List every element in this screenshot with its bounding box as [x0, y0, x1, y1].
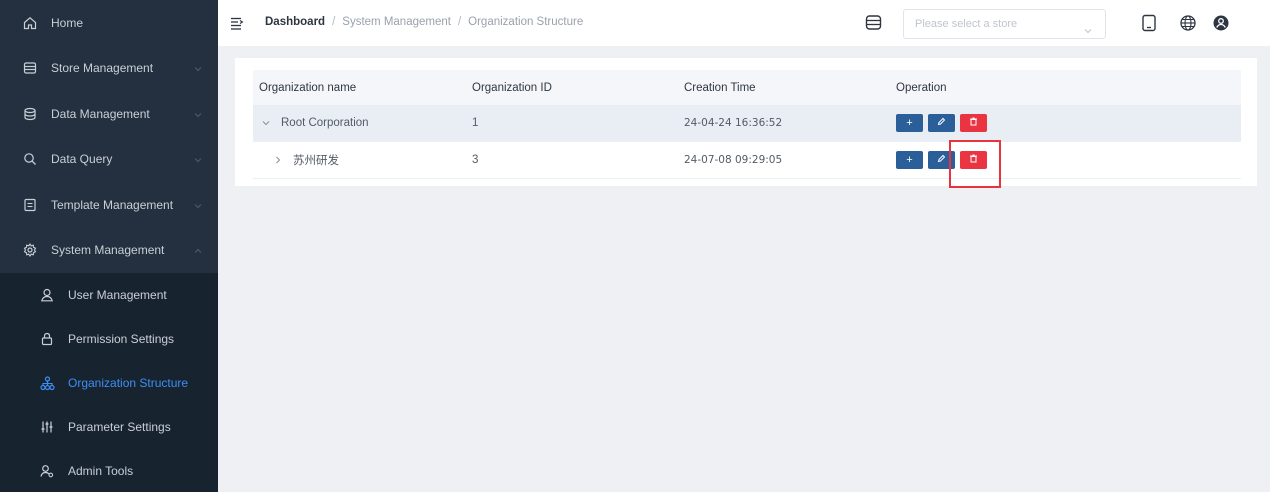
home-icon	[22, 15, 38, 31]
sidebar-item-user-management[interactable]: User Management	[0, 273, 218, 317]
row-actions: +	[890, 114, 1241, 132]
sidebar-item-label: Store Management	[51, 61, 154, 76]
column-header-operation: Operation	[896, 81, 947, 94]
avatar-icon[interactable]	[1212, 14, 1230, 32]
chevron-down-icon	[1083, 19, 1093, 34]
add-child-button[interactable]: +	[896, 114, 923, 132]
store-select-placeholder: Please select a store	[915, 18, 1018, 30]
delete-button-highlight	[949, 140, 1001, 188]
sidebar-item-template-management[interactable]: Template Management	[0, 182, 218, 228]
store-icon	[22, 60, 38, 76]
chevron-down-icon	[194, 62, 202, 72]
breadcrumb: Dashboard / System Management / Organization…	[265, 16, 583, 28]
expand-toggle-icon[interactable]	[273, 155, 283, 165]
sidebar-item-permission-settings[interactable]: Permission Settings	[0, 317, 218, 361]
row-actions: +	[890, 151, 1241, 169]
column-header-name: Organization name	[259, 81, 357, 94]
sidebar-item-store-management[interactable]: Store Management	[0, 46, 218, 92]
org-id: 1	[472, 117, 479, 129]
system-management-submenu: User Management Permission Settings Orga…	[0, 273, 218, 492]
plus-icon: +	[906, 117, 913, 129]
sliders-icon	[39, 419, 55, 435]
edit-icon	[937, 154, 946, 166]
lock-icon	[39, 331, 55, 347]
collapse-toggle-icon[interactable]	[261, 118, 271, 128]
sidebar-item-label: System Management	[51, 243, 165, 258]
sidebar-item-data-management[interactable]: Data Management	[0, 91, 218, 137]
globe-icon[interactable]	[1179, 14, 1197, 32]
sidebar-item-label: Data Query	[51, 152, 113, 167]
breadcrumb-item[interactable]: Dashboard	[265, 16, 325, 28]
sub-item-label: Admin Tools	[68, 464, 134, 478]
sidebar-item-home[interactable]: Home	[0, 0, 218, 46]
breadcrumb-item: Organization Structure	[468, 16, 584, 28]
search-icon	[22, 151, 38, 167]
admin-icon	[39, 463, 55, 479]
store-icon	[865, 14, 882, 31]
creation-time: 24-07-08 09:29:05	[684, 154, 783, 166]
org-chart-icon	[39, 375, 55, 391]
plus-icon: +	[906, 154, 913, 166]
sidebar-item-parameter-settings[interactable]: Parameter Settings	[0, 405, 218, 449]
breadcrumb-separator: /	[457, 16, 462, 28]
chevron-down-icon	[194, 108, 202, 118]
org-id: 3	[472, 154, 479, 166]
breadcrumb-item[interactable]: System Management	[342, 16, 451, 28]
top-header: Dashboard / System Management / Organization…	[218, 0, 1270, 46]
sidebar-item-data-query[interactable]: Data Query	[0, 137, 218, 183]
chevron-down-icon	[194, 153, 202, 163]
table-row[interactable]: Root Corporation 1 24-04-24 16:36:52 +	[253, 105, 1241, 142]
sidebar-item-label: Data Management	[51, 106, 150, 121]
org-name: Root Corporation	[281, 117, 369, 129]
organization-table: Organization name Organization ID Creati…	[253, 70, 1241, 179]
breadcrumb-separator: /	[332, 16, 336, 28]
edit-icon	[937, 117, 946, 129]
gear-icon	[22, 242, 38, 258]
column-header-created: Creation Time	[684, 81, 756, 94]
trash-icon	[969, 117, 978, 129]
store-select[interactable]: Please select a store	[903, 9, 1106, 39]
table-header: Organization name Organization ID Creati…	[253, 70, 1241, 105]
column-header-id: Organization ID	[472, 81, 552, 94]
edit-button[interactable]	[928, 114, 955, 132]
add-child-button[interactable]: +	[896, 151, 923, 169]
table-row[interactable]: 苏州研发 3 24-07-08 09:29:05 +	[253, 142, 1241, 179]
tablet-icon[interactable]	[1140, 14, 1158, 32]
creation-time: 24-04-24 16:36:52	[684, 117, 783, 129]
template-icon	[22, 197, 38, 213]
sidebar-item-organization-structure[interactable]: Organization Structure	[0, 361, 218, 405]
chevron-down-icon	[194, 199, 202, 209]
database-icon	[22, 106, 38, 122]
user-icon	[39, 287, 55, 303]
menu-toggle-icon[interactable]	[230, 16, 244, 30]
chevron-up-icon	[194, 244, 202, 254]
organization-table-card: Organization name Organization ID Creati…	[235, 58, 1257, 186]
sidebar-item-system-management[interactable]: System Management	[0, 227, 218, 273]
delete-button[interactable]	[960, 114, 987, 132]
sidebar-item-label: Home	[51, 15, 84, 30]
sub-item-label: Permission Settings	[68, 332, 175, 346]
org-name: 苏州研发	[293, 155, 339, 167]
sub-item-label: Organization Structure	[68, 376, 189, 390]
sidebar-item-admin-tools[interactable]: Admin Tools	[0, 449, 218, 492]
sub-item-label: User Management	[68, 288, 167, 302]
sidebar: Home Store Management Data Management Da…	[0, 0, 218, 492]
sub-item-label: Parameter Settings	[68, 420, 171, 434]
sidebar-item-label: Template Management	[51, 197, 174, 212]
